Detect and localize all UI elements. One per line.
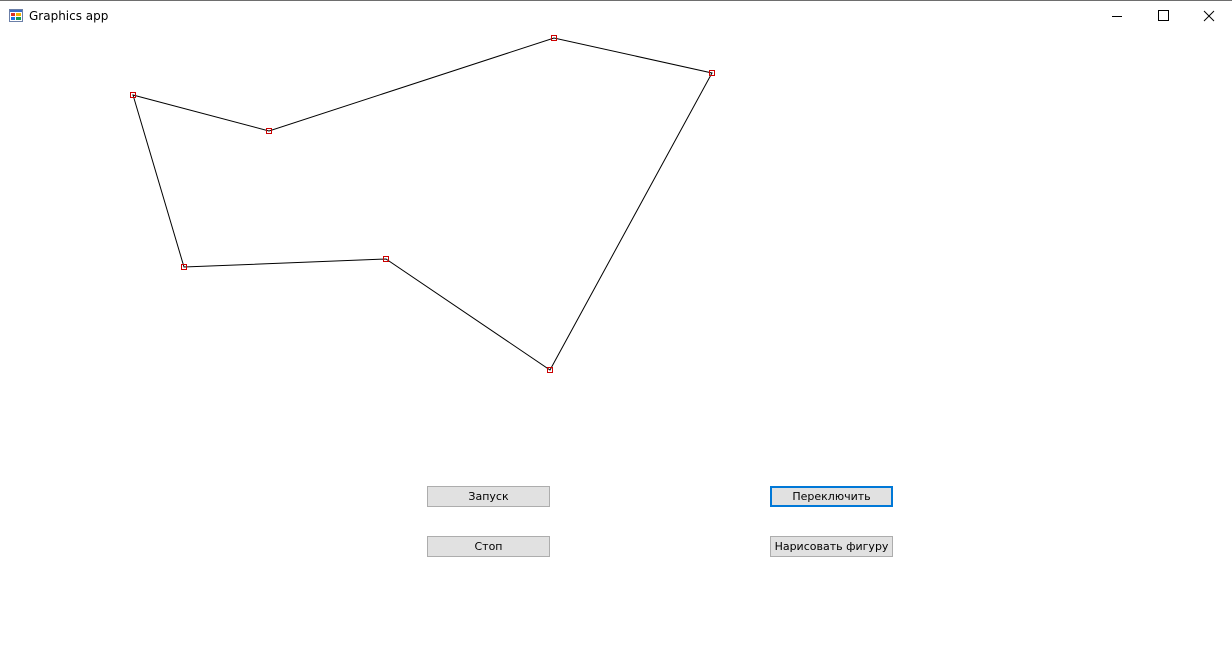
drawing-canvas[interactable] (0, 1, 1232, 461)
switch-button[interactable]: Переключить (770, 486, 893, 507)
start-button[interactable]: Запуск (427, 486, 550, 507)
vertex-markers (130, 35, 715, 373)
polygon-shape (132, 37, 713, 371)
app-window: Graphics app Запуск Стоп Переключить Нар… (0, 0, 1232, 671)
stop-button[interactable]: Стоп (427, 536, 550, 557)
draw-shape-button[interactable]: Нарисовать фигуру (770, 536, 893, 557)
